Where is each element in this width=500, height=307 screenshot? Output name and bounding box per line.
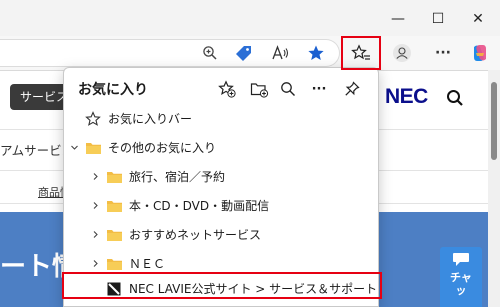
minimize-button[interactable]: — [385,6,411,32]
more-icon[interactable]: ··· [432,42,454,64]
chevron-right-icon[interactable] [90,230,100,240]
folder-icon [105,169,123,185]
favorites-folder-travel[interactable]: 旅行、宿泊／予約 [64,162,378,191]
close-button[interactable]: ✕ [465,6,491,32]
add-favorite-icon[interactable] [216,78,238,100]
site-search-icon[interactable] [446,89,464,111]
site-breadcrumb-link[interactable]: 商品情 [38,184,64,200]
favorites-title: お気に入り [78,82,148,98]
other-favorites-folder[interactable]: その他のお気に入り [64,133,378,162]
favorites-button-highlight [341,36,381,70]
folder-icon [105,198,123,214]
chevron-down-icon[interactable] [69,143,79,153]
chevron-right-icon[interactable] [90,259,100,269]
zoom-icon[interactable] [199,42,221,64]
add-folder-icon[interactable] [248,78,270,100]
chevron-right-icon[interactable] [90,201,100,211]
site-nav-item[interactable]: アムサービス [0,140,66,159]
folder-icon [105,227,123,243]
favorites-panel: お気に入り ··· お気に入りバー その他のお気に入り 旅行、宿泊／予約 本・C… [63,67,379,307]
star-icon[interactable] [305,42,327,64]
favorites-bar-label: お気に入りバー [108,112,193,126]
more-icon[interactable]: ··· [308,78,330,100]
folder-label: ＮＥＣ [129,257,166,271]
title-bar: — ☐ ✕ [0,0,500,36]
folder-label: その他のお気に入り [108,141,217,155]
star-outline-icon [84,110,102,127]
tag-icon[interactable] [233,42,255,64]
favorites-bar-item[interactable]: お気に入りバー [64,104,378,133]
pin-icon[interactable] [341,78,363,100]
search-icon[interactable] [277,78,299,100]
scrollbar-thumb[interactable] [491,82,497,160]
folder-label: 本・CD・DVD・動画配信 [129,199,270,213]
chevron-right-icon[interactable] [90,172,100,182]
favorites-folder-net-services[interactable]: おすすめネットサービス [64,220,378,249]
chat-label: チャ ッ [450,271,472,297]
maximize-button[interactable]: ☐ [425,6,451,32]
site-service-button[interactable]: サービス [10,84,70,110]
folder-label: 旅行、宿泊／予約 [129,170,226,184]
folder-icon [105,256,123,272]
folder-label: おすすめネットサービス [129,228,262,242]
hero-title: ート情 [0,252,64,282]
chat-bubble-icon [453,253,469,266]
profile-icon[interactable] [391,42,413,64]
copilot-icon[interactable] [469,42,491,64]
folder-icon [84,140,102,156]
read-aloud-icon[interactable] [269,42,291,64]
favorite-item-highlight [62,272,382,299]
favorites-folder-media[interactable]: 本・CD・DVD・動画配信 [64,191,378,220]
address-bar-row: ··· [0,36,500,70]
chat-button[interactable]: チャ ッ [440,247,482,307]
nec-logo[interactable]: NEC [385,85,428,109]
